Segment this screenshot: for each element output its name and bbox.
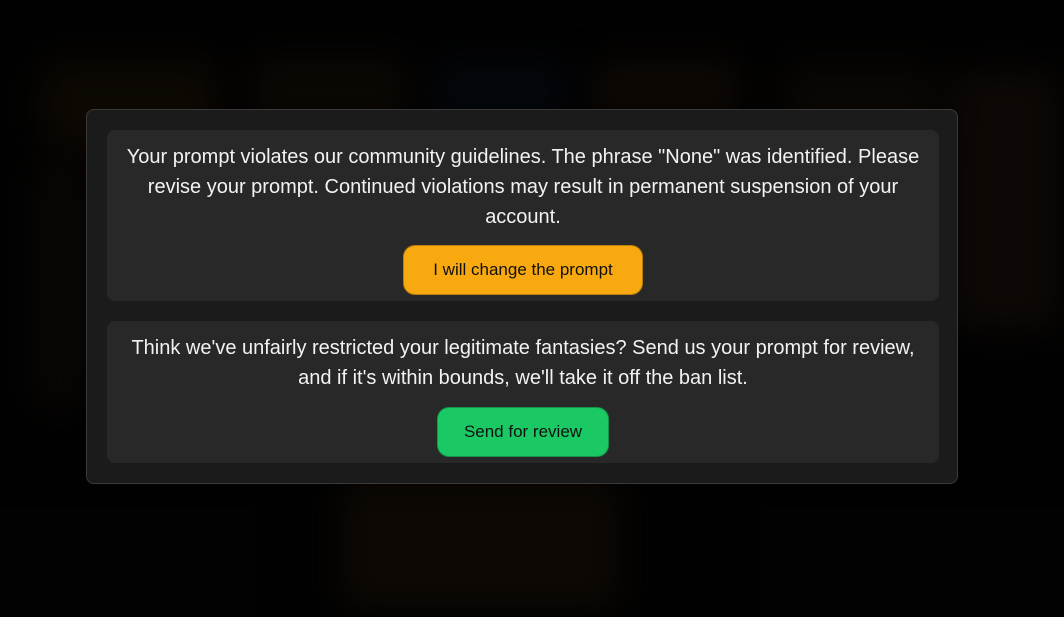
violation-warning-panel: Your prompt violates our community guide… bbox=[107, 130, 939, 301]
content-violation-dialog: Your prompt violates our community guide… bbox=[86, 109, 958, 484]
review-request-panel: Think we've unfairly restricted your leg… bbox=[107, 321, 939, 463]
review-message: Think we've unfairly restricted your leg… bbox=[131, 337, 915, 389]
send-for-review-button[interactable]: Send for review bbox=[437, 407, 609, 457]
violation-message: Your prompt violates our community guide… bbox=[126, 146, 920, 228]
change-prompt-button[interactable]: I will change the prompt bbox=[403, 245, 643, 295]
